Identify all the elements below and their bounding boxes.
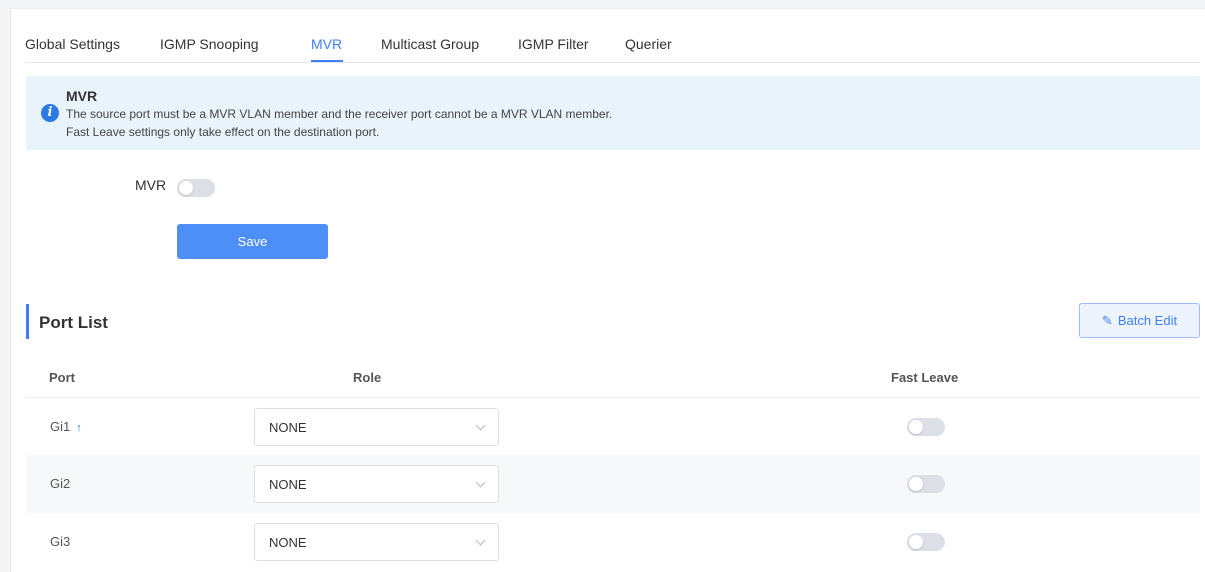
port-name: Gi3 bbox=[50, 534, 71, 549]
mvr-toggle[interactable] bbox=[177, 179, 215, 197]
tab-bar: Global Settings IGMP Snooping MVR Multic… bbox=[25, 9, 1200, 63]
fast-leave-toggle[interactable] bbox=[907, 475, 945, 493]
column-header-fast-leave: Fast Leave bbox=[891, 370, 959, 385]
batch-edit-button[interactable]: ✎ Batch Edit bbox=[1079, 303, 1200, 338]
port-cell: Gi2 bbox=[50, 476, 70, 491]
chevron-down-icon bbox=[475, 477, 486, 488]
role-select-value: NONE bbox=[269, 535, 307, 550]
info-notice: i MVR The source port must be a MVR VLAN… bbox=[26, 76, 1200, 150]
mvr-settings-panel: Global Settings IGMP Snooping MVR Multic… bbox=[10, 8, 1205, 572]
tab-multicast-group[interactable]: Multicast Group bbox=[381, 36, 479, 52]
tab-igmp-snooping[interactable]: IGMP Snooping bbox=[160, 36, 259, 52]
role-select-value: NONE bbox=[269, 477, 307, 492]
column-header-role: Role bbox=[353, 370, 382, 385]
tab-querier[interactable]: Querier bbox=[625, 36, 672, 52]
toggle-knob bbox=[909, 477, 923, 491]
role-select[interactable]: NONE bbox=[254, 408, 499, 446]
chevron-down-icon bbox=[475, 535, 486, 546]
info-line: The source port must be a MVR VLAN membe… bbox=[66, 107, 613, 121]
save-button[interactable]: Save bbox=[177, 224, 328, 259]
tab-global-settings[interactable]: Global Settings bbox=[25, 36, 120, 52]
info-title: MVR bbox=[66, 88, 98, 104]
table-row: Gi1 ↑ NONE bbox=[26, 397, 1200, 455]
edit-pen-icon: ✎ bbox=[1101, 313, 1113, 328]
toggle-knob bbox=[909, 420, 923, 434]
mvr-label: MVR bbox=[135, 177, 167, 193]
port-cell: Gi3 bbox=[50, 534, 70, 549]
column-header-port: Port bbox=[49, 370, 75, 385]
fast-leave-toggle[interactable] bbox=[907, 533, 945, 551]
port-name: Gi2 bbox=[50, 476, 71, 491]
uplink-arrow-icon: ↑ bbox=[76, 422, 82, 434]
section-accent-bar bbox=[26, 304, 29, 339]
port-list-title: Port List bbox=[39, 313, 108, 332]
tab-igmp-filter[interactable]: IGMP Filter bbox=[518, 36, 589, 52]
toggle-knob bbox=[909, 535, 923, 549]
role-select[interactable]: NONE bbox=[254, 465, 499, 503]
port-cell: Gi1 ↑ bbox=[50, 419, 82, 434]
tab-mvr[interactable]: MVR bbox=[311, 36, 342, 52]
role-select[interactable]: NONE bbox=[254, 523, 499, 561]
fast-leave-toggle[interactable] bbox=[907, 418, 945, 436]
info-line: Fast Leave settings only take effect on … bbox=[66, 125, 380, 139]
port-name: Gi1 bbox=[50, 419, 71, 434]
info-icon: i bbox=[41, 104, 59, 122]
chevron-down-icon bbox=[475, 420, 486, 431]
table-row: Gi3 NONE bbox=[26, 513, 1200, 571]
active-tab-indicator bbox=[311, 60, 343, 62]
role-select-value: NONE bbox=[269, 420, 307, 435]
table-row: Gi2 NONE bbox=[26, 455, 1200, 513]
toggle-knob bbox=[179, 181, 193, 195]
batch-edit-label: Batch Edit bbox=[1117, 313, 1178, 328]
